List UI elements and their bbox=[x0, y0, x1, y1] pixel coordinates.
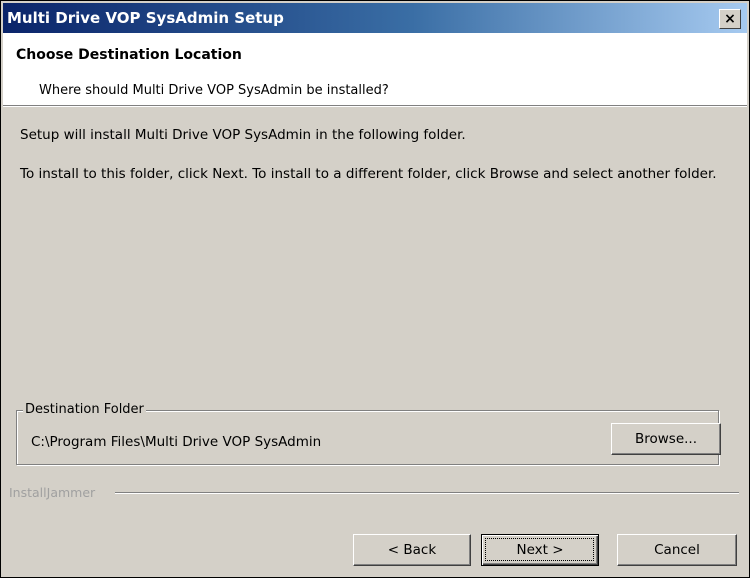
install-info-text: Setup will install Multi Drive VOP SysAd… bbox=[20, 127, 466, 143]
branding-divider bbox=[115, 492, 739, 494]
title-bar[interactable]: Multi Drive VOP SysAdmin Setup × bbox=[3, 3, 747, 33]
back-button[interactable]: < Back bbox=[353, 534, 471, 566]
branding-row: InstallJammer bbox=[9, 485, 739, 503]
install-instructions-text: To install to this folder, click Next. T… bbox=[20, 166, 717, 182]
close-icon: × bbox=[724, 11, 736, 27]
destination-path: C:\Program Files\Multi Drive VOP SysAdmi… bbox=[31, 434, 322, 450]
page-header: Choose Destination Location Where should… bbox=[3, 33, 747, 107]
next-button[interactable]: Next > bbox=[481, 534, 599, 566]
branding-label: InstallJammer bbox=[9, 485, 96, 500]
cancel-button[interactable]: Cancel bbox=[617, 534, 737, 566]
page-subtitle: Where should Multi Drive VOP SysAdmin be… bbox=[39, 83, 389, 98]
setup-window: Multi Drive VOP SysAdmin Setup × Choose … bbox=[0, 0, 750, 578]
next-button-label: Next > bbox=[516, 542, 564, 558]
destination-folder-label: Destination Folder bbox=[23, 402, 146, 417]
window-title: Multi Drive VOP SysAdmin Setup bbox=[7, 9, 284, 27]
close-button[interactable]: × bbox=[719, 9, 741, 29]
destination-folder-group: Destination Folder C:\Program Files\Mult… bbox=[16, 402, 721, 465]
browse-button[interactable]: Browse... bbox=[611, 423, 721, 455]
page-title: Choose Destination Location bbox=[16, 47, 242, 63]
